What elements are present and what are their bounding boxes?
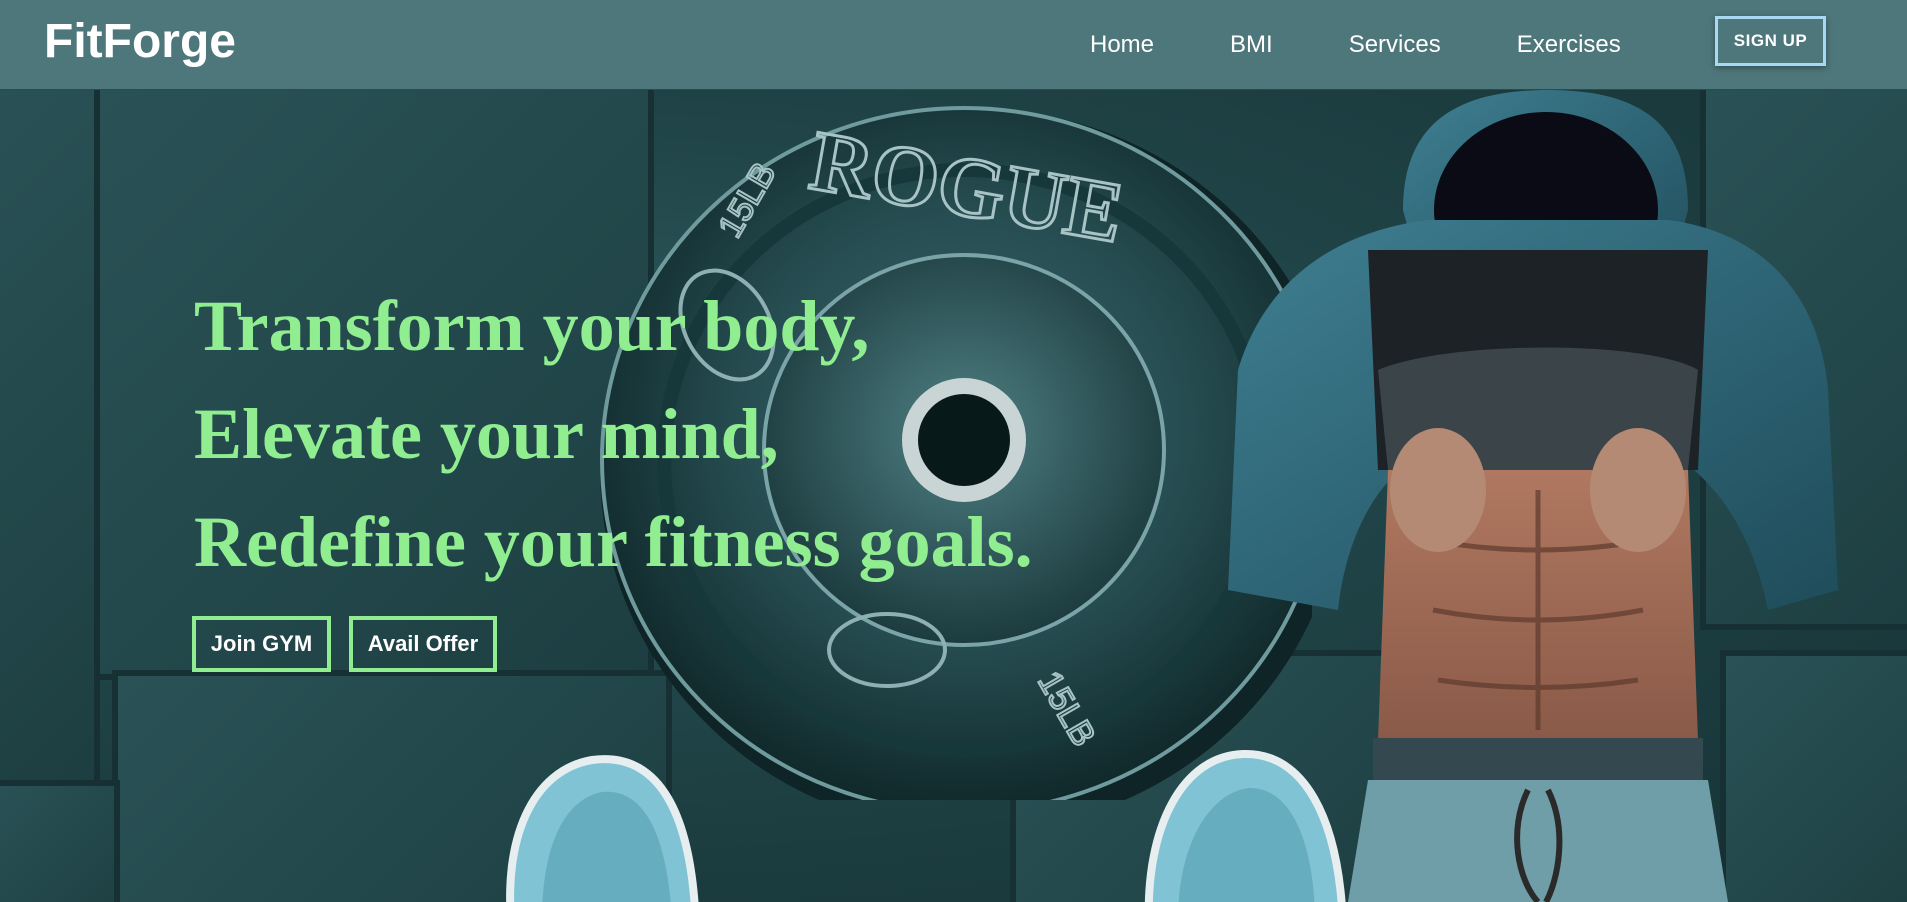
avail-offer-button[interactable]: Avail Offer — [349, 616, 497, 672]
headline-line-2: Elevate your mind, — [194, 394, 779, 474]
signup-button[interactable]: SIGN UP — [1715, 16, 1826, 66]
headline-line-1: Transform your body, — [194, 286, 870, 366]
nav-links: Home BMI Services Exercises — [1090, 0, 1621, 90]
nav-link-services[interactable]: Services — [1349, 31, 1441, 59]
hero-section: ROGUE 15LB 15LB Transform your body, Ele… — [0, 90, 1907, 902]
floor-tile — [0, 90, 100, 790]
brand-logo[interactable]: FitForge — [44, 14, 236, 70]
nav-link-home[interactable]: Home — [1090, 31, 1154, 59]
cta-buttons: Join GYM Avail Offer — [192, 616, 497, 672]
athlete-image — [1228, 90, 1838, 902]
left-shoe-image — [506, 755, 699, 902]
nav-link-exercises[interactable]: Exercises — [1517, 31, 1621, 59]
join-gym-button[interactable]: Join GYM — [192, 616, 331, 672]
floor-tile — [0, 780, 120, 902]
navbar: FitForge Home BMI Services Exercises SIG… — [0, 0, 1907, 90]
headline-line-3: Redefine your fitness goals. — [194, 502, 1033, 582]
hero-headline: Transform your body, Elevate your mind, … — [194, 272, 1033, 596]
nav-link-bmi[interactable]: BMI — [1230, 31, 1273, 59]
